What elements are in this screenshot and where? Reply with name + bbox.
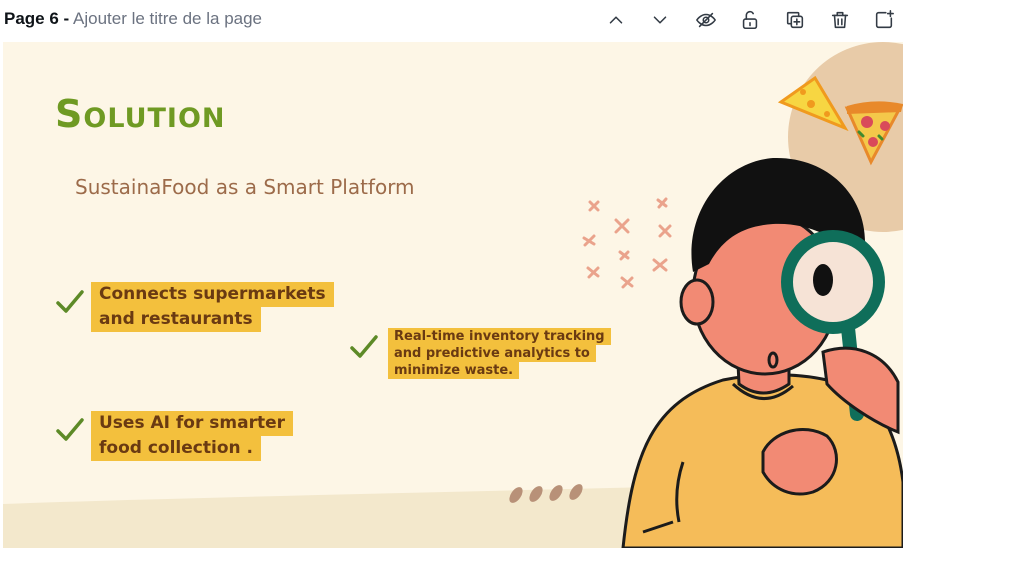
slide-subtitle[interactable]: SustainaFood as a Smart Platform: [75, 175, 415, 199]
bullet-inventory-tracking[interactable]: Real-time inventory tracking and predict…: [387, 327, 612, 380]
bullet-line: and predictive analytics to: [388, 345, 596, 362]
duplicate-icon[interactable]: [781, 6, 809, 34]
page-header: Page 6 - Ajouter le titre de la page: [4, 9, 262, 29]
bullet-line: and restaurants: [91, 307, 261, 332]
bullet-line: minimize waste.: [388, 362, 520, 379]
bullet-line: Real-time inventory tracking: [388, 328, 611, 345]
page-toolbar: Page 6 - Ajouter le titre de la page: [0, 0, 1028, 40]
slide-canvas[interactable]: Solution SustainaFood as a Smart Platfor…: [3, 42, 903, 548]
slide-title[interactable]: Solution: [55, 92, 226, 136]
bullet-supermarkets[interactable]: Connects supermarkets and restaurants: [91, 282, 334, 332]
checkmark-icon: [55, 417, 85, 443]
dash-decoration: [509, 484, 583, 503]
checkmark-icon: [349, 334, 379, 360]
bullet-line: Uses AI for smarter: [91, 411, 293, 436]
chevron-up-icon[interactable]: [602, 6, 630, 34]
eye-slash-icon[interactable]: [692, 6, 720, 34]
bullet-line: food collection .: [91, 436, 261, 461]
unlock-icon[interactable]: [736, 6, 764, 34]
page-number: Page 6 -: [4, 9, 70, 28]
person-magnifying-glass-illustration: [621, 157, 903, 548]
add-page-icon[interactable]: [870, 6, 898, 34]
bullet-line: Connects supermarkets: [91, 282, 334, 307]
bullet-ai-collection[interactable]: Uses AI for smarter food collection .: [91, 411, 293, 461]
trash-icon[interactable]: [826, 6, 854, 34]
page-title-input[interactable]: Ajouter le titre de la page: [73, 9, 262, 28]
chevron-down-icon[interactable]: [646, 6, 674, 34]
checkmark-icon: [55, 289, 85, 315]
